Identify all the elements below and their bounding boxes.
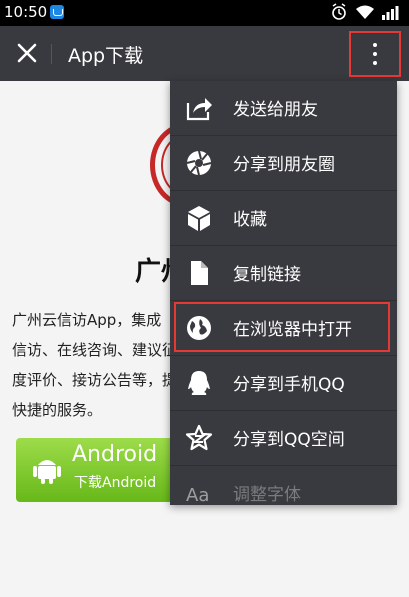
android-icon <box>33 460 61 484</box>
menu-item-favorite[interactable]: 收藏 <box>170 191 397 245</box>
page-title: App下载 <box>68 45 144 67</box>
moments-aperture-icon <box>186 150 212 176</box>
menu-item-share-moments[interactable]: 分享到朋友圈 <box>170 136 397 190</box>
qq-penguin-icon <box>188 371 210 395</box>
more-options-button[interactable] <box>349 31 401 77</box>
menu-item-label: 收藏 <box>233 210 267 230</box>
close-button[interactable] <box>10 36 44 70</box>
status-bar: 10:50 <box>0 0 409 26</box>
android-button-title: Android <box>72 442 158 467</box>
android-button-subtitle: 下载Android <box>74 475 157 491</box>
alarm-icon <box>332 3 346 20</box>
highlight-annotation <box>174 302 390 352</box>
menu-item-share-qzone[interactable]: 分享到QQ空间 <box>170 411 397 465</box>
menu-item-label: 分享到朋友圈 <box>233 155 335 175</box>
title-bar: App下载 <box>0 26 409 81</box>
menu-item-font-size[interactable]: Aa 调整字体 <box>170 466 397 505</box>
menu-item-label: 调整字体 <box>233 485 301 505</box>
options-menu: 发送给朋友 分享到朋友圈 收藏 复制链接 在浏览器中打开 分享到手机QQ 分享到… <box>170 81 397 505</box>
menu-item-copy-link[interactable]: 复制链接 <box>170 246 397 300</box>
qzone-star-icon <box>185 424 213 451</box>
status-time: 10:50 <box>4 3 48 21</box>
menu-item-label: 发送给朋友 <box>233 100 318 120</box>
svg-text:Aa: Aa <box>186 485 209 505</box>
wifi-icon <box>356 5 374 19</box>
more-dot <box>373 52 377 56</box>
font-size-icon: Aa <box>186 485 209 505</box>
menu-item-send-to-friend[interactable]: 发送给朋友 <box>170 81 397 135</box>
more-dot <box>373 61 377 65</box>
menu-item-share-qq[interactable]: 分享到手机QQ <box>170 356 397 410</box>
menu-item-label: 复制链接 <box>233 265 301 285</box>
cube-favorite-icon <box>188 206 210 231</box>
menu-item-label: 分享到手机QQ <box>233 375 345 395</box>
notification-app-icon <box>50 5 64 19</box>
copy-document-icon <box>191 261 208 285</box>
title-divider <box>51 44 52 64</box>
share-arrow-icon <box>186 98 212 121</box>
more-dots-icon <box>373 43 377 47</box>
android-download-button[interactable]: Android 下载Android <box>16 438 191 502</box>
menu-item-label: 分享到QQ空间 <box>233 430 345 450</box>
close-icon <box>17 43 37 63</box>
signal-icon <box>382 6 399 20</box>
